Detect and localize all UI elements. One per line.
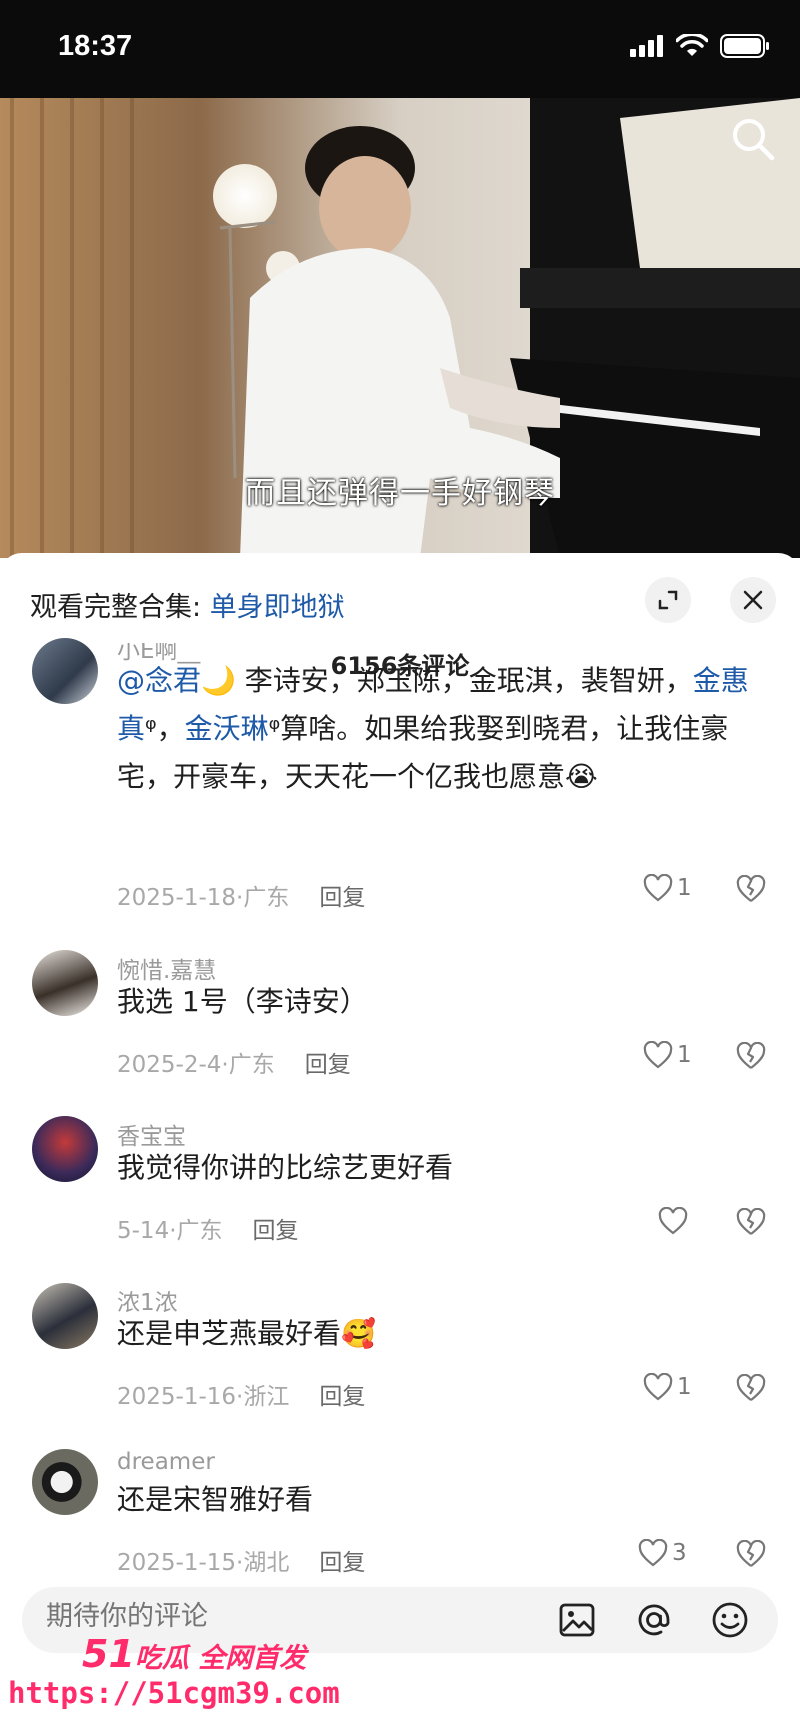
comment-text: 还是申芝燕最好看🥰	[117, 1317, 376, 1350]
comment-location: 广东	[228, 1052, 275, 1078]
wifi-icon	[676, 34, 708, 56]
comment-location: 湖北	[243, 1550, 290, 1576]
comment-date: 2025-1-15	[117, 1550, 237, 1576]
like-count: 3	[672, 1540, 687, 1566]
comment-username[interactable]: dreamer	[117, 1449, 215, 1475]
comment-date: 5-14	[117, 1218, 170, 1244]
emoji-icon[interactable]	[710, 1600, 750, 1640]
cellular-signal-icon	[630, 35, 663, 57]
avatar[interactable]	[32, 1116, 98, 1182]
comment-meta: 2025-2-4·广东 回复	[117, 1052, 351, 1078]
comment-date: 2025-1-16	[117, 1384, 237, 1410]
comment-text: 我觉得你讲的比综艺更好看	[117, 1151, 454, 1184]
reply-button[interactable]: 回复	[319, 885, 365, 911]
comment-location: 浙江	[243, 1384, 290, 1410]
like-button[interactable]	[658, 1207, 692, 1235]
comment-input[interactable]	[46, 1601, 466, 1632]
heart-icon	[643, 1041, 673, 1069]
close-button[interactable]	[730, 577, 776, 623]
expand-button[interactable]	[645, 577, 691, 623]
watermark-url: https://51cgm39.com	[8, 1676, 340, 1710]
comment-location: 广东	[243, 885, 290, 911]
avatar[interactable]	[32, 950, 98, 1016]
heart-icon	[643, 874, 673, 902]
broken-heart-icon[interactable]	[736, 1540, 766, 1568]
comment-text: 还是宋智雅好看	[117, 1483, 314, 1516]
broken-heart-icon[interactable]	[736, 875, 766, 903]
heart-icon	[643, 1373, 673, 1401]
comment-meta: 2025-1-18·广东 回复	[117, 885, 366, 911]
heart-icon	[638, 1539, 668, 1567]
like-count: 1	[677, 1374, 692, 1400]
like-button[interactable]: 1	[643, 1041, 692, 1069]
avatar[interactable]	[32, 1449, 98, 1515]
search-keyword-link[interactable]: 金沃琳	[185, 712, 269, 745]
broken-heart-icon[interactable]	[736, 1042, 766, 1070]
video-player[interactable]: 而且还弹得一手好钢琴	[0, 98, 800, 558]
comment-text: 我选 1号（李诗安）	[117, 985, 368, 1018]
close-icon	[743, 590, 763, 610]
reply-button[interactable]: 回复	[319, 1550, 365, 1576]
avatar[interactable]	[32, 1283, 98, 1349]
comment-date: 2025-2-4	[117, 1052, 222, 1078]
at-mention-icon[interactable]	[634, 1600, 674, 1640]
broken-heart-icon[interactable]	[736, 1208, 766, 1236]
collection-link[interactable]: 单身即地狱	[210, 592, 345, 623]
like-count: 1	[677, 875, 692, 901]
image-icon[interactable]	[557, 1600, 597, 1640]
expand-icon	[658, 590, 678, 610]
comment-text: @念君🌙 李诗安，郑玉陈，金珉淇，裴智妍，金惠真ᵠ，金沃琳ᵠ算啥。如果给我娶到晓…	[117, 664, 749, 793]
comment-location: 广东	[176, 1218, 223, 1244]
collection-prefix: 观看完整合集:	[30, 592, 210, 623]
status-icons	[630, 34, 770, 58]
watermark-brand-text: 吃瓜 全网首发	[134, 1643, 307, 1674]
mention-link[interactable]: @念君	[117, 664, 201, 697]
comment-meta: 2025-1-16·浙江 回复	[117, 1384, 366, 1410]
watermark-brand: 51吃瓜 全网首发	[82, 1632, 306, 1676]
heart-icon	[658, 1207, 688, 1235]
comment-meta: 5-14·广东 回复	[117, 1218, 299, 1244]
avatar[interactable]	[32, 638, 98, 704]
like-count: 1	[677, 1042, 692, 1068]
like-button[interactable]: 1	[643, 1373, 692, 1401]
reply-button[interactable]: 回复	[253, 1218, 299, 1244]
status-time: 18:37	[58, 30, 133, 62]
video-subtitle: 而且还弹得一手好钢琴	[245, 476, 555, 511]
comment-meta: 2025-1-15·湖北 回复	[117, 1550, 366, 1576]
comment-date: 2025-1-18	[117, 885, 237, 911]
search-icon[interactable]	[730, 116, 776, 162]
battery-icon	[720, 34, 769, 58]
broken-heart-icon[interactable]	[736, 1374, 766, 1402]
status-bar: 18:37	[0, 0, 800, 98]
like-button[interactable]: 3	[638, 1539, 687, 1567]
reply-button[interactable]: 回复	[319, 1384, 365, 1410]
watermark-brand-number: 51	[82, 1632, 135, 1676]
like-button[interactable]: 1	[643, 874, 692, 902]
reply-button[interactable]: 回复	[305, 1052, 351, 1078]
comments-panel: 观看完整合集: 单身即地狱 6156条评论 小E啊__ @念君🌙 李诗安，郑玉陈…	[0, 553, 800, 1733]
collection-row[interactable]: 观看完整合集: 单身即地狱	[30, 585, 345, 624]
